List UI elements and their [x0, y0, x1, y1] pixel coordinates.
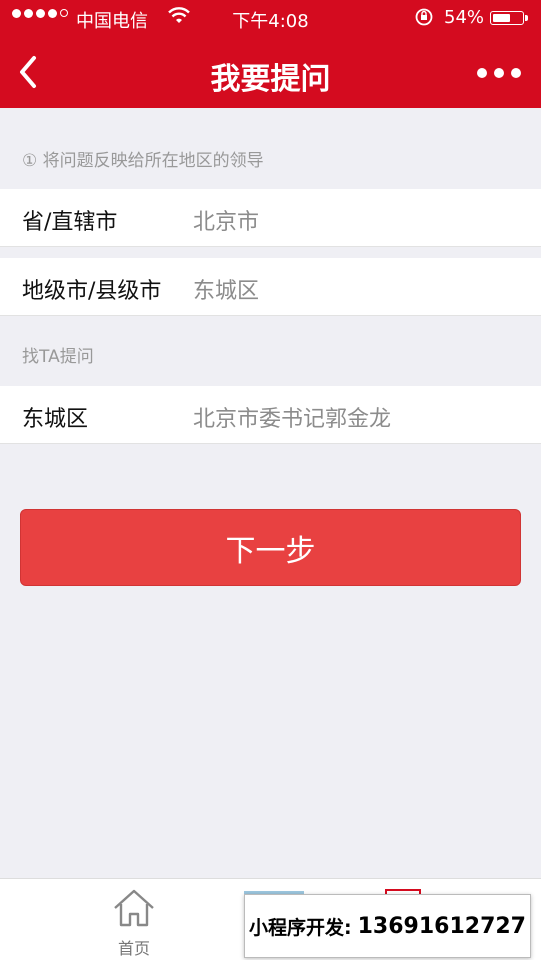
city-value[interactable]: 东城区 — [193, 273, 259, 305]
next-step-button[interactable]: 下一步 — [20, 509, 521, 586]
region-hint: ① 将问题反映给所在地区的领导 — [22, 151, 264, 171]
target-district-label: 东城区 — [22, 407, 89, 432]
city-label: 地级市/县级市 — [22, 279, 162, 304]
page-title: 我要提问 — [210, 62, 331, 97]
more-dots-icon — [477, 68, 487, 78]
nav-bar: 我要提问 — [0, 36, 541, 108]
city-row[interactable]: 地级市/县级市 东城区 — [0, 258, 541, 316]
tab-home-label: 首页 — [117, 939, 150, 958]
status-bar: 中国电信 下午4:08 54% — [0, 0, 541, 36]
province-value[interactable]: 北京市 — [193, 204, 259, 236]
target-row[interactable]: 东城区 北京市委书记郭金龙 — [0, 386, 541, 444]
battery-percent: 54% — [444, 7, 485, 28]
tab-home[interactable]: 首页 — [100, 887, 168, 959]
rotation-lock-icon — [414, 7, 434, 32]
target-leader-value[interactable]: 北京市委书记郭金龙 — [193, 401, 391, 433]
promo-overlay: 小程序开发: 13691612727 — [244, 894, 531, 958]
province-label: 省/直辖市 — [22, 210, 118, 235]
promo-text: 小程序开发: — [249, 916, 352, 939]
section-title: 找TA提问 — [22, 347, 94, 367]
home-icon — [114, 889, 154, 927]
battery-icon — [490, 11, 528, 25]
province-row[interactable]: 省/直辖市 北京市 — [0, 189, 541, 247]
more-button[interactable] — [477, 58, 521, 88]
promo-phone: 13691612727 — [357, 913, 526, 939]
